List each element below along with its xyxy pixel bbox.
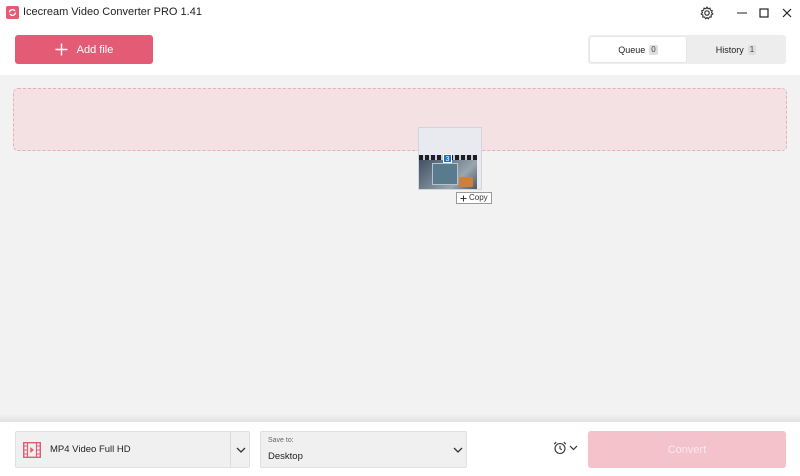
file-drop-zone[interactable] — [13, 88, 787, 151]
gear-icon — [700, 5, 714, 19]
tab-queue-label: Queue — [618, 44, 646, 55]
tab-queue[interactable]: Queue 0 — [590, 37, 686, 62]
queue-count-badge: 0 — [649, 44, 658, 55]
maximize-icon — [759, 7, 769, 18]
copy-label: Copy — [469, 193, 488, 202]
film-icon — [22, 441, 42, 463]
save-to-value: Desktop — [268, 451, 303, 462]
tab-history[interactable]: History 1 — [688, 37, 784, 62]
drag-count-badge: 3 — [443, 154, 452, 163]
drag-preview: 3 — [418, 127, 482, 191]
save-location-select[interactable]: Save to: Desktop — [260, 431, 467, 468]
chevron-down-icon — [569, 445, 578, 451]
convert-button[interactable]: Convert — [588, 431, 786, 468]
format-select[interactable]: MP4 Video Full HD — [15, 431, 250, 468]
format-label: MP4 Video Full HD — [50, 444, 131, 455]
alarm-clock-icon — [553, 441, 567, 455]
minimize-icon — [737, 12, 747, 13]
schedule-button[interactable] — [553, 441, 578, 455]
toolbar: Add file Queue 0 History 1 — [0, 25, 800, 75]
add-file-button[interactable]: Add file — [15, 35, 153, 64]
save-to-caption: Save to: — [268, 437, 294, 444]
add-file-label: Add file — [76, 43, 114, 56]
view-switcher: Queue 0 History 1 — [588, 35, 786, 64]
title-bar: Icecream Video Converter PRO 1.41 — [0, 0, 800, 25]
settings-button[interactable] — [694, 0, 720, 25]
close-icon — [782, 8, 792, 17]
bottom-bar: MP4 Video Full HD Save to: Desktop Conve… — [0, 422, 800, 476]
window-title: Icecream Video Converter PRO 1.41 — [23, 6, 202, 18]
history-count-badge: 1 — [747, 44, 757, 55]
plus-icon — [55, 43, 68, 56]
tab-history-label: History — [715, 44, 744, 55]
drag-copy-tooltip: Copy — [456, 192, 492, 204]
close-button[interactable] — [774, 0, 800, 25]
app-logo-icon — [6, 6, 19, 19]
plus-icon — [460, 195, 467, 201]
chevron-down-icon — [451, 443, 465, 457]
convert-label: Convert — [667, 443, 707, 456]
chevron-down-icon — [234, 443, 248, 457]
